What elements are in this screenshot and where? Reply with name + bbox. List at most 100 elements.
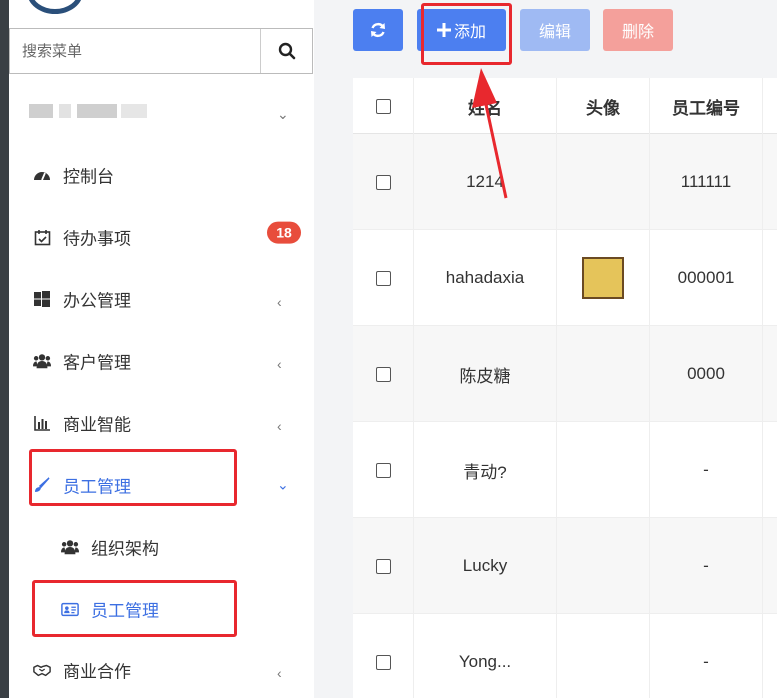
refresh-icon — [371, 22, 385, 38]
todo-count-badge: 18 — [267, 221, 301, 244]
cell-more — [763, 134, 777, 230]
row-select-cell — [353, 422, 414, 518]
table-row[interactable]: 青动? - — [353, 422, 777, 518]
cell-avatar — [557, 326, 650, 422]
menu-search — [9, 28, 313, 74]
cell-more — [763, 518, 777, 614]
cell-name: 青动? — [414, 422, 557, 518]
menu-label: 客户管理 — [63, 353, 131, 373]
table-row[interactable]: Yong... - — [353, 614, 777, 698]
cell-avatar — [557, 230, 650, 326]
cell-more — [763, 230, 777, 326]
cell-avatar — [557, 134, 650, 230]
menu-item-staff[interactable]: 员工管理 ⌄ — [9, 457, 314, 513]
cell-more — [763, 614, 777, 698]
table-row[interactable]: Lucky - — [353, 518, 777, 614]
cell-staff-number: - — [650, 518, 763, 614]
menu-label: 商业合作 — [63, 662, 131, 682]
menu-search-input[interactable] — [10, 29, 262, 73]
user-name-blur — [59, 104, 71, 118]
select-all-checkbox[interactable] — [375, 98, 391, 114]
table-row[interactable]: 陈皮糖 0000 — [353, 326, 777, 422]
menu-item-org[interactable]: 组织架构 — [9, 519, 314, 575]
row-select-cell — [353, 614, 414, 698]
user-name-blur — [77, 104, 117, 118]
menu-label: 组织架构 — [91, 539, 159, 559]
menu-label: 控制台 — [63, 167, 114, 187]
logo-icon — [27, 0, 83, 14]
cell-staff-number: 111111 — [650, 134, 763, 230]
menu-label: 商业智能 — [63, 415, 131, 435]
dashboard-icon — [33, 166, 51, 184]
cell-avatar — [557, 614, 650, 698]
row-checkbox[interactable] — [375, 174, 391, 190]
calendar-check-icon — [33, 228, 51, 246]
cell-staff-number: - — [650, 614, 763, 698]
menu-item-bi[interactable]: 商业智能 ‹ — [9, 395, 314, 451]
row-select-cell — [353, 518, 414, 614]
cell-more — [763, 326, 777, 422]
chevron-left-icon: ‹ — [277, 294, 282, 311]
cell-name: hahadaxia — [414, 230, 557, 326]
header-select-cell — [353, 78, 414, 134]
delete-button-label: 删除 — [621, 24, 654, 41]
row-select-cell — [353, 326, 414, 422]
table-row[interactable]: 1214 111111 — [353, 134, 777, 230]
id-card-icon — [61, 600, 79, 618]
cell-more — [763, 422, 777, 518]
row-checkbox[interactable] — [375, 558, 391, 574]
cell-avatar — [557, 422, 650, 518]
add-button-label: 添加 — [453, 24, 486, 41]
header-avatar[interactable]: 头像 — [557, 78, 650, 134]
menu-label: 待办事项 — [63, 229, 131, 249]
delete-button[interactable]: 删除 — [603, 9, 673, 51]
window-edge — [0, 0, 9, 698]
add-button[interactable]: 添加 — [417, 9, 506, 51]
cell-name: 1214 — [414, 134, 557, 230]
user-name-blur — [121, 104, 147, 118]
user-avatar — [29, 104, 53, 118]
menu-label: 员工管理 — [63, 477, 131, 497]
refresh-button[interactable] — [353, 9, 403, 51]
cell-staff-number: 000001 — [650, 230, 763, 326]
edit-button[interactable]: 编辑 — [520, 9, 590, 51]
row-checkbox[interactable] — [375, 654, 391, 670]
menu-label: 员工管理 — [91, 601, 159, 621]
row-checkbox[interactable] — [375, 366, 391, 382]
search-icon — [278, 42, 295, 60]
logo — [9, 0, 314, 26]
menu-item-customer[interactable]: 客户管理 ‹ — [9, 333, 314, 389]
row-checkbox[interactable] — [375, 462, 391, 478]
search-button[interactable] — [260, 29, 312, 73]
cell-staff-number: - — [650, 422, 763, 518]
edit-button-label: 编辑 — [538, 24, 571, 41]
bar-chart-icon — [33, 414, 51, 432]
handshake-icon — [33, 661, 51, 679]
row-select-cell — [353, 230, 414, 326]
cell-name: Lucky — [414, 518, 557, 614]
windows-icon — [33, 290, 51, 308]
users-icon — [61, 538, 79, 556]
menu-item-staff-sub[interactable]: 员工管理 — [9, 581, 314, 637]
chevron-down-icon: ⌄ — [277, 476, 289, 493]
header-staff-number[interactable]: 员工编号 — [650, 78, 763, 134]
table-header: 姓名 头像 员工编号 — [353, 78, 777, 134]
table-row[interactable]: hahadaxia 000001 — [353, 230, 777, 326]
row-select-cell — [353, 134, 414, 230]
cell-staff-number: 0000 — [650, 326, 763, 422]
chevron-left-icon: ‹ — [277, 418, 282, 435]
chevron-left-icon: ‹ — [277, 356, 282, 373]
cell-avatar — [557, 518, 650, 614]
row-checkbox[interactable] — [375, 270, 391, 286]
menu-item-office[interactable]: 办公管理 ‹ — [9, 271, 314, 327]
chevron-left-icon: ‹ — [277, 665, 282, 682]
plus-icon — [436, 23, 451, 37]
header-name[interactable]: 姓名 — [414, 78, 557, 134]
menu-item-partner[interactable]: 商业合作 ‹ — [9, 642, 314, 698]
users-icon — [33, 352, 51, 370]
chevron-down-icon: ⌄ — [277, 106, 289, 122]
menu-item-dashboard[interactable]: 控制台 — [9, 147, 314, 203]
user-panel[interactable]: ⌄ — [9, 96, 314, 136]
avatar[interactable] — [582, 257, 624, 299]
menu-item-todo[interactable]: 待办事项 18 — [9, 209, 314, 265]
